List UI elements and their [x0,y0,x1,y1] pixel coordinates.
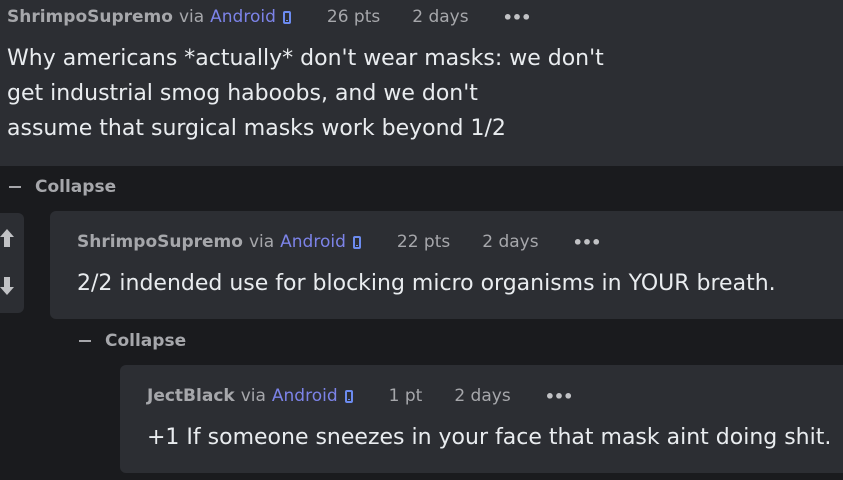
comment-age: 2 days [412,7,469,27]
minus-icon [79,340,91,342]
collapse-label: Collapse [105,331,187,351]
comment-body-line: Why americans *actually* don't wear mask… [7,46,604,71]
comment-meta: ShrimpoSupremo via Android 26 pts 2 days… [7,6,532,28]
points-count: 26 pts [326,7,381,27]
points-count: 22 pts [396,232,451,252]
platform-link[interactable]: Android [280,232,346,252]
downvote-button[interactable] [0,275,14,299]
downvote-arrow-icon [0,277,14,295]
author-link[interactable]: JectBlack [147,386,235,406]
platform-link[interactable]: Android [272,386,338,406]
comment-thread: ShrimpoSupremo via Android 26 pts 2 days… [0,0,843,480]
phone-icon [352,235,361,249]
author-link[interactable]: ShrimpoSupremo [77,232,243,252]
comment-body-line: +1 If someone sneezes in your face that … [147,425,832,450]
comment-card [50,211,843,319]
phone-icon [282,10,291,24]
vote-rail [0,213,24,313]
minus-icon [9,186,21,188]
more-options-icon[interactable]: ••• [545,387,574,406]
comment-age: 2 days [482,232,539,252]
comment-meta: ShrimpoSupremo via Android 22 pts 2 days… [77,231,602,253]
points-count: 1 pt [388,386,423,406]
comment-body-line: 2/2 indended use for blocking micro orga… [77,271,776,296]
collapse-button[interactable]: Collapse [9,176,116,198]
more-options-icon[interactable]: ••• [573,233,602,252]
comment-meta: JectBlack via Android 1 pt 2 days ••• [147,385,574,407]
comment-body: 2/2 indended use for blocking micro orga… [77,266,776,301]
more-options-icon[interactable]: ••• [503,8,532,27]
via-label: via [178,7,205,27]
comment-age: 2 days [454,386,511,406]
upvote-arrow-icon [0,229,14,247]
collapse-label: Collapse [35,177,117,197]
via-label: via [240,386,266,406]
comment-body-line: get industrial smog haboobs, and we don'… [7,81,478,106]
platform-link[interactable]: Android [210,7,276,27]
upvote-button[interactable] [0,227,14,251]
comment-body: +1 If someone sneezes in your face that … [147,420,831,455]
author-link[interactable]: ShrimpoSupremo [7,7,173,27]
comment-card [120,365,843,473]
phone-icon [344,389,353,403]
comment-body: Why americans *actually* don't wear mask… [7,41,604,146]
comment-body-line: assume that surgical masks work beyond 1… [7,116,506,141]
via-label: via [248,232,275,252]
collapse-button[interactable]: Collapse [79,330,186,352]
